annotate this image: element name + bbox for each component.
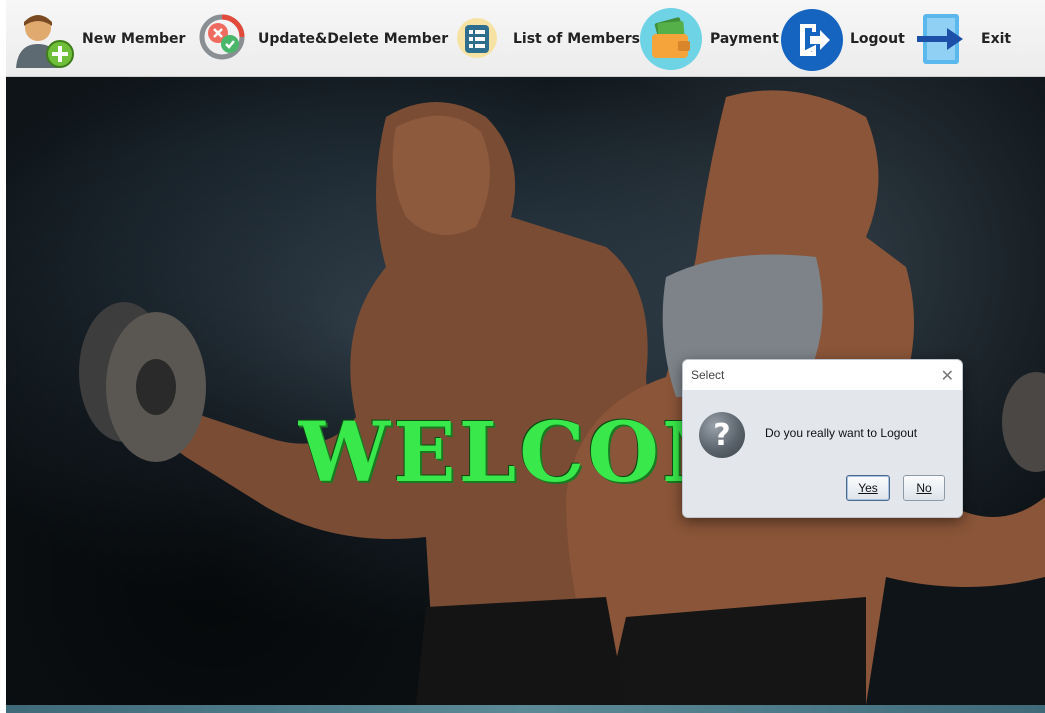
no-button[interactable]: No <box>903 475 945 501</box>
logout-icon <box>780 8 844 71</box>
logout-label: Logout <box>850 31 905 47</box>
update-delete-member-button[interactable]: Update&Delete Member <box>196 8 448 70</box>
dialog-titlebar[interactable]: Select ✕ <box>683 360 962 390</box>
user-add-icon <box>14 8 76 70</box>
payment-label: Payment <box>710 31 779 47</box>
dialog-body: ? Do you really want to Logout Yes No <box>683 390 962 517</box>
list-icon <box>451 8 507 70</box>
close-icon[interactable]: ✕ <box>941 366 954 385</box>
update-delete-icon <box>196 8 252 70</box>
list-of-members-button[interactable]: List of Members <box>451 8 640 70</box>
dialog-message: Do you really want to Logout <box>765 426 918 440</box>
new-member-label: New Member <box>82 31 186 47</box>
question-icon: ? <box>699 412 745 458</box>
exit-label: Exit <box>981 31 1012 47</box>
payment-button[interactable]: Payment <box>638 8 779 70</box>
logout-button[interactable]: Logout <box>780 8 905 71</box>
exit-button[interactable]: Exit <box>913 8 1011 70</box>
main-toolbar: New Member Update&Delete Member List of … <box>6 0 1045 77</box>
wallet-icon <box>638 8 704 70</box>
new-member-button[interactable]: New Member <box>14 8 185 70</box>
list-of-members-label: List of Members <box>513 31 640 47</box>
logout-confirm-dialog: Select ✕ ? Do you really want to Logout … <box>682 359 963 518</box>
exit-arrow-icon <box>913 8 975 70</box>
yes-button[interactable]: Yes <box>846 475 890 501</box>
bottom-strip <box>6 705 1045 713</box>
update-delete-member-label: Update&Delete Member <box>258 31 449 47</box>
dialog-title: Select <box>691 368 725 382</box>
